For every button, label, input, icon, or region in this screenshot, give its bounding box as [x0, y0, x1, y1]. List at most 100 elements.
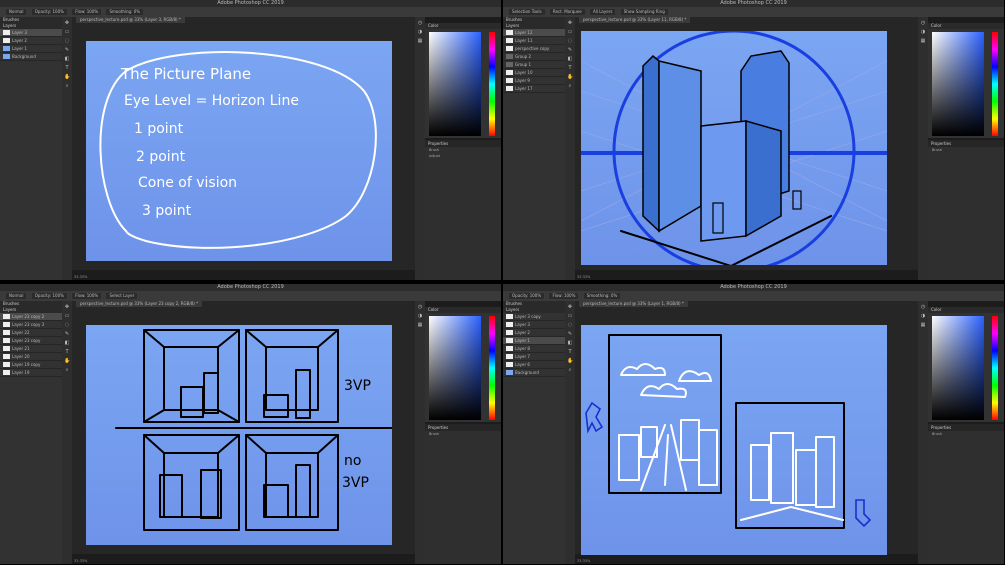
canvas-area[interactable]: The Picture Plane Eye Level = Horizon Li… [72, 23, 415, 270]
properties-tab[interactable]: Properties [928, 140, 1004, 147]
layer-row[interactable]: Layer 3 [503, 321, 565, 329]
layer-row[interactable]: Layer 3 [0, 29, 62, 37]
properties-tab[interactable]: Properties [928, 424, 1004, 431]
layer-row[interactable]: Layer 1 [0, 45, 62, 53]
layer-row[interactable]: Layer 11 [503, 37, 565, 45]
layer-row[interactable]: Layer 19 [0, 369, 62, 377]
color-field[interactable] [429, 32, 481, 136]
marquee-tool-icon[interactable]: ▭ [567, 29, 573, 35]
brush-mode-select[interactable]: Normal [6, 293, 27, 299]
zoom-tool-icon[interactable]: ⌕ [64, 83, 70, 89]
zoom-tool-icon[interactable]: ⌕ [567, 367, 573, 373]
layer-row[interactable]: Layer 7 [503, 353, 565, 361]
layer-row[interactable]: Layer 10 [503, 69, 565, 77]
selection-tools-select[interactable]: Selection Tools [509, 9, 545, 15]
smoothing-field[interactable]: Smoothing: 0% [106, 9, 144, 15]
brush-mode-select[interactable]: Normal [6, 9, 27, 15]
layer-row[interactable]: Layer 19 copy [0, 361, 62, 369]
flow-field[interactable]: Flow: 100% [549, 293, 579, 299]
flow-field[interactable]: Flow: 100% [72, 9, 102, 15]
swatches-icon[interactable]: ▦ [417, 322, 423, 328]
opacity-field[interactable]: Opacity: 100% [31, 9, 67, 15]
layer-row[interactable]: Layer 22 [0, 329, 62, 337]
lasso-tool-icon[interactable]: ◌ [567, 38, 573, 44]
layer-row[interactable]: Layer 2 [0, 37, 62, 45]
move-tool-icon[interactable]: ✥ [567, 304, 573, 310]
adjustments-icon[interactable]: ◑ [417, 29, 423, 35]
hand-tool-icon[interactable]: ✋ [567, 74, 573, 80]
layer-row[interactable]: Layer 21 [0, 345, 62, 353]
hue-slider[interactable] [489, 316, 495, 420]
lasso-tool-icon[interactable]: ◌ [64, 322, 70, 328]
layer-row[interactable]: Background [503, 369, 565, 377]
layer-row[interactable]: Layer 3 copy [503, 313, 565, 321]
move-tool-icon[interactable]: ✥ [64, 20, 70, 26]
sample-layers-select[interactable]: All Layers [589, 9, 616, 15]
text-tool-icon[interactable]: T [64, 349, 70, 355]
history-icon[interactable]: ◷ [417, 304, 423, 310]
brush-tool-icon[interactable]: ✎ [64, 331, 70, 337]
canvas-area[interactable] [575, 307, 918, 555]
text-tool-icon[interactable]: T [567, 65, 573, 71]
layer-row[interactable]: Layer 2 [503, 329, 565, 337]
brush-tool-icon[interactable]: ✎ [567, 47, 573, 53]
layer-row[interactable]: Layer 23 copy [0, 337, 62, 345]
swatches-icon[interactable]: ▦ [920, 322, 926, 328]
marquee-tool-icon[interactable]: ▭ [64, 29, 70, 35]
lasso-tool-icon[interactable]: ◌ [567, 322, 573, 328]
document-canvas[interactable]: 3VP no 3VP [86, 325, 392, 545]
layer-row[interactable]: Background [0, 53, 62, 61]
canvas-area[interactable] [575, 23, 918, 270]
opacity-field[interactable]: Opacity: 100% [31, 293, 67, 299]
swatches-icon[interactable]: ▦ [417, 38, 423, 44]
adjustments-icon[interactable]: ◑ [920, 313, 926, 319]
hand-tool-icon[interactable]: ✋ [64, 74, 70, 80]
layer-row[interactable]: Layer 8 [503, 345, 565, 353]
layer-row[interactable]: Group 1 [503, 61, 565, 69]
layer-row[interactable]: Layer 12 [503, 29, 565, 37]
lasso-tool-icon[interactable]: ◌ [64, 38, 70, 44]
layer-row[interactable]: Layer 1 [503, 337, 565, 345]
swatches-icon[interactable]: ▦ [920, 38, 926, 44]
hand-tool-icon[interactable]: ✋ [64, 358, 70, 364]
brush-tool-icon[interactable]: ✎ [567, 331, 573, 337]
text-tool-icon[interactable]: T [567, 349, 573, 355]
hue-slider[interactable] [489, 32, 495, 136]
layer-row[interactable]: Layer 17 [503, 85, 565, 93]
zoom-tool-icon[interactable]: ⌕ [567, 83, 573, 89]
document-canvas[interactable]: The Picture Plane Eye Level = Horizon Li… [86, 41, 392, 261]
layer-row[interactable]: Layer 23 copy 3 [0, 321, 62, 329]
hue-slider[interactable] [992, 32, 998, 136]
zoom-tool-icon[interactable]: ⌕ [64, 367, 70, 373]
flow-field[interactable]: Flow: 100% [72, 293, 102, 299]
color-field[interactable] [932, 32, 984, 136]
properties-tab[interactable]: Properties [425, 140, 501, 147]
adjustments-icon[interactable]: ◑ [920, 29, 926, 35]
layer-row[interactable]: Layer 9 [503, 77, 565, 85]
layer-row[interactable]: Group 2 [503, 53, 565, 61]
properties-tab[interactable]: Properties [425, 424, 501, 431]
marquee-mode-select[interactable]: Rect. Marquee [549, 9, 585, 15]
hand-tool-icon[interactable]: ✋ [567, 358, 573, 364]
history-icon[interactable]: ◷ [920, 20, 926, 26]
move-tool-icon[interactable]: ✥ [567, 20, 573, 26]
history-icon[interactable]: ◷ [417, 20, 423, 26]
adjustments-icon[interactable]: ◑ [417, 313, 423, 319]
layer-row[interactable]: Layer 23 copy 2 [0, 313, 62, 321]
sampling-ring-checkbox[interactable]: Show Sampling Ring [620, 9, 668, 15]
eraser-tool-icon[interactable]: ◧ [567, 56, 573, 62]
select-layer-button[interactable]: Select Layer [106, 293, 138, 299]
smoothing-field[interactable]: Smoothing: 0% [583, 293, 621, 299]
layer-row[interactable]: Layer 6 [503, 361, 565, 369]
move-tool-icon[interactable]: ✥ [64, 304, 70, 310]
text-tool-icon[interactable]: T [64, 65, 70, 71]
history-icon[interactable]: ◷ [920, 304, 926, 310]
color-field[interactable] [429, 316, 481, 420]
layer-row[interactable]: perspective copy [503, 45, 565, 53]
marquee-tool-icon[interactable]: ▭ [64, 313, 70, 319]
document-canvas[interactable] [581, 31, 887, 265]
hue-slider[interactable] [992, 316, 998, 420]
eraser-tool-icon[interactable]: ◧ [567, 340, 573, 346]
color-field[interactable] [932, 316, 984, 420]
brush-tool-icon[interactable]: ✎ [64, 47, 70, 53]
